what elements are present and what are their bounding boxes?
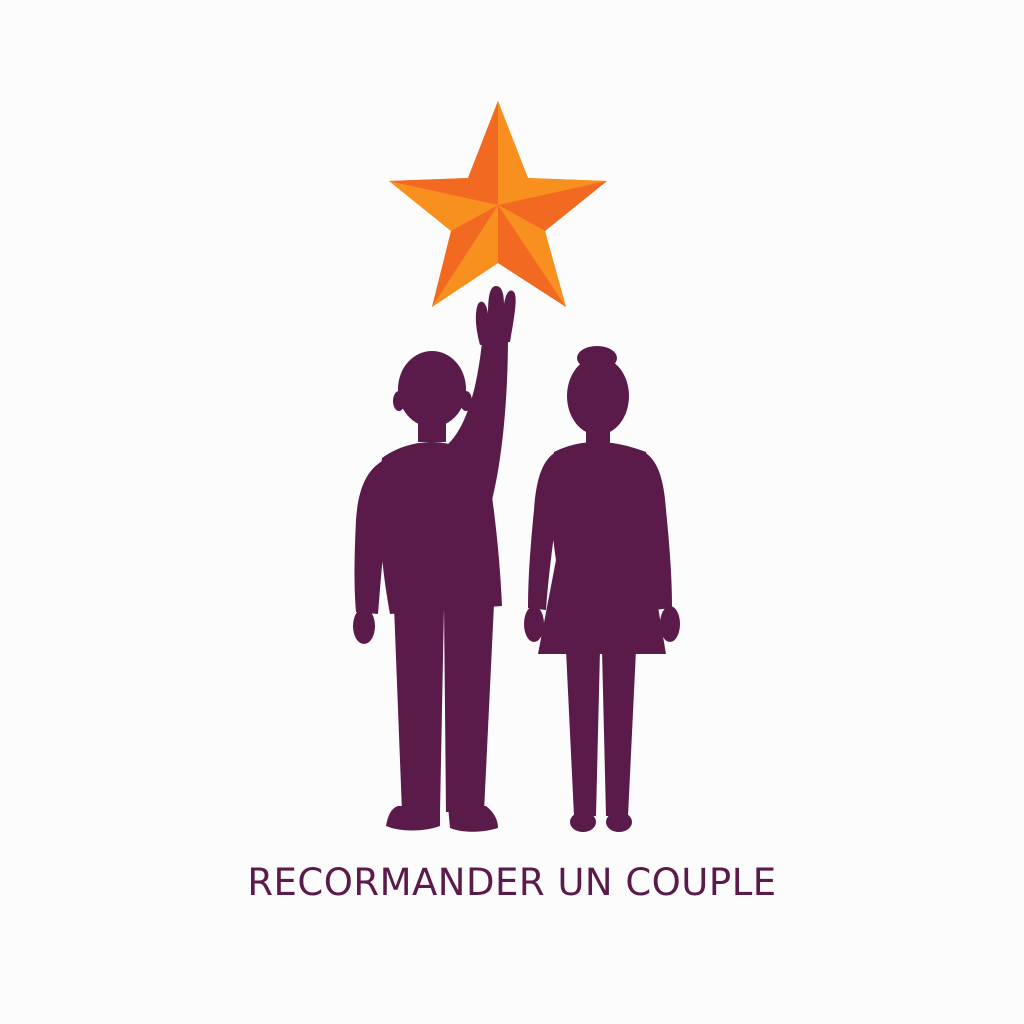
man-right-leg: [444, 604, 494, 812]
man-ear-left: [393, 391, 405, 411]
star-icon: [389, 101, 607, 307]
man-left-arm: [354, 460, 386, 614]
woman-left-hand: [524, 606, 544, 642]
man-neck: [418, 420, 446, 442]
man-silhouette-icon: [353, 286, 516, 832]
man-right-shoe: [448, 806, 498, 832]
woman-left-leg: [566, 650, 600, 816]
woman-silhouette-icon: [524, 346, 680, 832]
man-torso: [379, 442, 502, 614]
man-left-shoe: [386, 806, 440, 831]
woman-right-foot: [606, 812, 632, 832]
man-raised-hand: [475, 286, 516, 345]
man-left-leg: [394, 606, 444, 812]
woman-head: [567, 357, 629, 435]
logo-caption: RECORMANDER UN COUPLE: [247, 861, 777, 904]
man-head: [398, 351, 466, 427]
logo-canvas: RECORMANDER UN COUPLE: [0, 0, 1024, 1024]
woman-right-leg: [602, 650, 636, 816]
woman-right-hand: [660, 606, 680, 642]
woman-left-foot: [570, 812, 596, 832]
man-left-hand: [353, 608, 375, 644]
